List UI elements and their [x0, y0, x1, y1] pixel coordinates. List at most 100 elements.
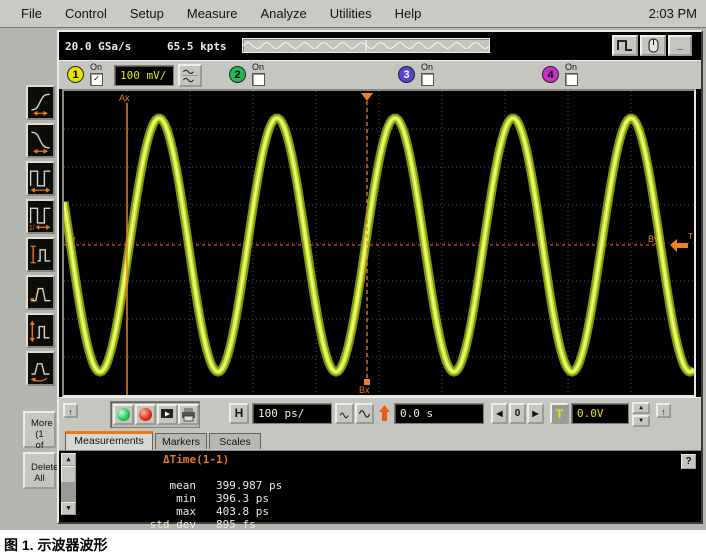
scroll-up-right-button[interactable]: ↑ — [656, 403, 671, 418]
menu-control[interactable]: Control — [65, 6, 107, 21]
menu-bar: File Control Setup Measure Analyze Utili… — [0, 0, 706, 28]
vamplitude-button[interactable] — [26, 313, 55, 348]
channel-4-on-toggle: On — [565, 62, 585, 86]
page: File Control Setup Measure Analyze Utili… — [0, 0, 706, 560]
hzoom-in-button[interactable] — [355, 403, 374, 424]
menu-analyze[interactable]: Analyze — [260, 6, 306, 21]
menu-utilities[interactable]: Utilities — [330, 6, 372, 21]
preview-waveform-icon — [243, 39, 489, 52]
pan-right-button[interactable]: ▶ — [527, 403, 544, 424]
channel-4-button[interactable]: 4 — [542, 66, 559, 83]
fall-time-button[interactable] — [26, 123, 55, 158]
frequency-icon: 1/ — [28, 201, 53, 232]
channel-2-on-toggle: On — [252, 62, 272, 86]
menu-help[interactable]: Help — [395, 6, 422, 21]
period-button[interactable] — [26, 161, 55, 196]
frequency-button[interactable]: 1/ — [26, 199, 55, 234]
fall-time-icon — [28, 125, 53, 156]
channel-2-on-checkbox[interactable] — [252, 73, 265, 86]
mouse-pointer-button[interactable] — [640, 35, 666, 56]
horizontal-menu-button[interactable]: H — [229, 403, 249, 424]
scroll-up-left-button[interactable]: ↑ — [63, 403, 78, 418]
export-icon — [159, 406, 176, 423]
more-label-1: More — [31, 418, 48, 429]
channel-4-on-checkbox[interactable] — [565, 73, 578, 86]
hzoom-out-button[interactable] — [335, 403, 354, 424]
figure-caption: 图 1. 示波器波形 — [4, 535, 107, 555]
coupling-icon — [180, 66, 200, 85]
right-arrow-icon: ▶ — [532, 409, 538, 418]
stddev-value: 895 fs — [216, 518, 256, 531]
stddev-label: std dev — [120, 518, 196, 531]
minimize-button[interactable]: _ — [668, 35, 692, 56]
scroll-up-icon: ▲ — [66, 455, 70, 463]
svg-text:T: T — [688, 232, 693, 241]
channel-3-on-checkbox[interactable] — [421, 73, 434, 86]
delete-label-2: All — [31, 473, 48, 484]
channel-1-scale-display[interactable]: 100 mV/ — [114, 65, 174, 86]
printer-icon — [180, 406, 197, 423]
scroll-up-button[interactable]: ▲ — [61, 453, 76, 466]
timebase-display[interactable]: 100 ps/ — [252, 403, 332, 424]
vmin-icon — [28, 277, 53, 308]
acquisition-preview-bar[interactable] — [242, 38, 490, 53]
print-button[interactable] — [178, 404, 199, 425]
run-button[interactable] — [113, 404, 134, 425]
spin-down-icon: ▼ — [639, 417, 643, 424]
svg-text:Ax: Ax — [119, 93, 130, 103]
vmax-icon — [28, 239, 53, 270]
channel-1-coupling-button[interactable] — [178, 64, 202, 87]
measurement-row-stddev: std dev 895 fs — [67, 505, 256, 531]
delete-label-1: Delete — [31, 462, 48, 473]
export-button[interactable] — [157, 404, 178, 425]
menu-measure[interactable]: Measure — [187, 6, 238, 21]
channel-3-button[interactable]: 3 — [398, 66, 415, 83]
trigger-position-icon — [377, 403, 392, 424]
channel-1-on-checkbox[interactable]: ✓ — [90, 73, 103, 86]
channel-1-on-label: On — [90, 62, 102, 72]
vavg-button[interactable] — [26, 351, 55, 386]
scope-graticule: AyByAxBxT — [64, 91, 694, 395]
help-button[interactable]: ? — [681, 454, 696, 469]
pulse-mode-button[interactable] — [612, 35, 638, 56]
vmin-button[interactable] — [26, 275, 55, 310]
pan-left-button[interactable]: ◀ — [491, 403, 508, 424]
left-arrow-icon: ◀ — [496, 409, 502, 418]
channel-4-on-label: On — [565, 62, 577, 72]
menu-file[interactable]: File — [21, 6, 42, 21]
scope-window: 20.0 GSa/s 65.5 kpts _ 1 On — [57, 30, 703, 524]
measurement-header: ΔTime(1-1) — [163, 453, 229, 466]
small-sine-icon — [337, 405, 352, 422]
channel-bar: 1 On ✓ 100 mV/ 2 On 3 On 4 — [59, 60, 701, 89]
trigger-level-display[interactable]: 0.0V — [571, 403, 629, 424]
sample-rate-text: 20.0 GSa/s — [65, 40, 131, 53]
tab-scales[interactable]: Scales — [209, 433, 261, 449]
tab-markers[interactable]: Markers — [155, 433, 207, 449]
help-icon: ? — [685, 456, 691, 467]
horizontal-position-display[interactable]: 0.0 s — [394, 403, 484, 424]
large-sine-icon — [357, 405, 372, 422]
channel-1-button[interactable]: 1 — [67, 66, 84, 83]
measurement-sidebar: 1/ — [0, 28, 57, 530]
menu-setup[interactable]: Setup — [130, 6, 164, 21]
channel-1-on-toggle: On ✓ — [90, 62, 110, 86]
channel-2-on-label: On — [252, 62, 264, 72]
tab-measurements[interactable]: Measurements — [65, 431, 153, 450]
level-up-button[interactable]: ▲ — [632, 402, 650, 414]
delete-all-button[interactable]: Delete All — [23, 452, 56, 489]
svg-text:Bx: Bx — [359, 385, 370, 395]
status-bar: 20.0 GSa/s 65.5 kpts _ — [59, 32, 701, 60]
waveform-display[interactable]: AyByAxBxT — [62, 89, 696, 397]
zero-position-button[interactable]: 0 — [509, 403, 526, 424]
more-button[interactable]: More (1 of 2) — [23, 411, 56, 448]
stop-button[interactable] — [135, 404, 156, 425]
spin-up-icon: ▲ — [639, 404, 643, 411]
channel-2-button[interactable]: 2 — [229, 66, 246, 83]
level-down-button[interactable]: ▼ — [632, 415, 650, 427]
tabs-bar: Measurements Markers Scales — [59, 431, 701, 450]
vmax-button[interactable] — [26, 237, 55, 272]
vavg-icon — [28, 353, 53, 384]
trigger-menu-button[interactable]: T — [550, 403, 569, 424]
svg-text:1/: 1/ — [29, 225, 35, 232]
rise-time-button[interactable] — [26, 85, 55, 120]
